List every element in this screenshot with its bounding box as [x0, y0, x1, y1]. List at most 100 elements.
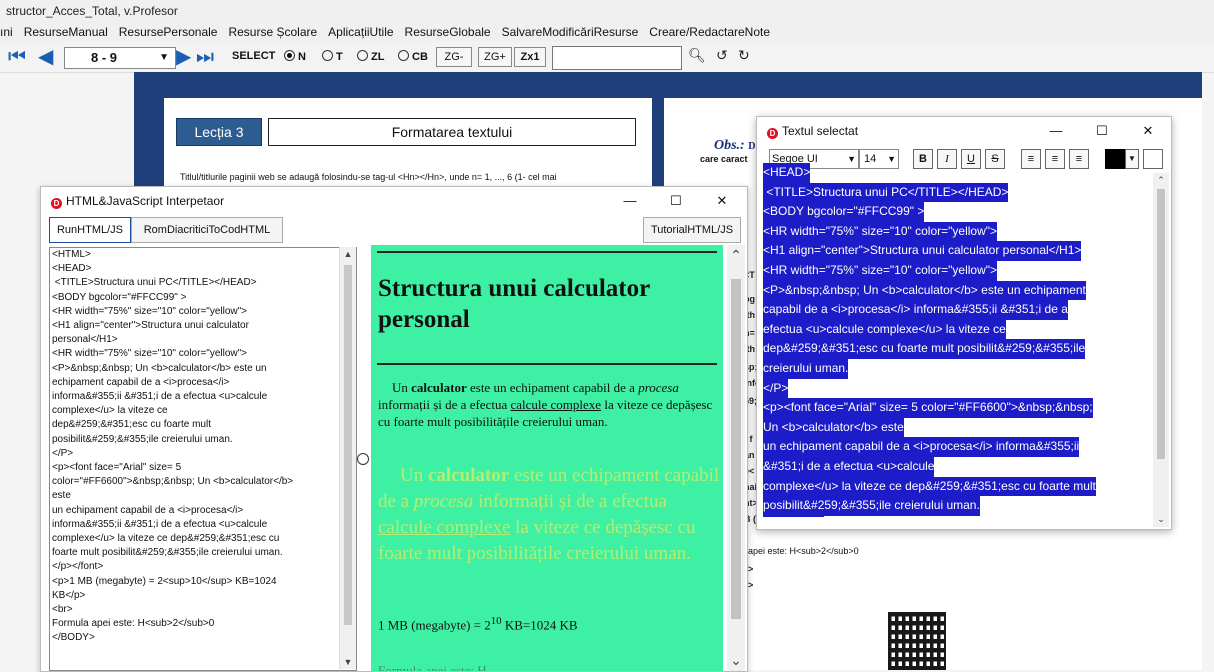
code-line: <HEAD> — [52, 263, 92, 275]
selected-line: complexe</u> la viteze ce dep&#259;&#351… — [763, 476, 1096, 497]
selected-line-row: posibilit&#259;&#355;ile creierului uman… — [763, 496, 1149, 516]
radio-t-label: T — [336, 51, 343, 63]
radio-zl[interactable]: ZL — [357, 50, 384, 63]
selected-line-row: </p></font> — [763, 515, 1149, 517]
menu-item[interactable]: ResurseGlobale — [405, 25, 491, 39]
scroll-down-icon[interactable]: ▼ — [340, 657, 356, 667]
menu-item[interactable]: ıni — [0, 25, 13, 39]
close-button[interactable]: ✕ — [1125, 117, 1171, 145]
preview-text: Un — [392, 380, 412, 395]
code-line: color="#FF6600">&nbsp;&nbsp; Un <b>calcu… — [52, 476, 294, 488]
preview-underline: calcule complexe — [510, 397, 602, 412]
code-line: </BODY> — [52, 632, 95, 644]
selected-line-row: complexe</u> la viteze ce dep&#259;&#351… — [763, 476, 1149, 497]
radio-cb[interactable]: CB — [398, 50, 428, 63]
code-line: <br> — [52, 604, 73, 616]
radio-n[interactable]: N — [284, 50, 306, 63]
scroll-up-icon[interactable]: ⌃ — [727, 247, 745, 264]
selected-line-row: <HR width="75%" size="10" color="yellow"… — [763, 260, 1149, 281]
prev-page-icon[interactable]: ◀ — [38, 46, 53, 68]
minimize-button[interactable]: — — [607, 187, 653, 215]
scroll-thumb[interactable] — [731, 279, 741, 619]
rotate-right-icon[interactable]: ↻ — [738, 47, 750, 64]
menu-item[interactable]: ResursePersonale — [119, 25, 218, 39]
menu-item[interactable]: AplicațiiUtile — [328, 25, 393, 39]
zoom-x1-button[interactable]: Zx1 — [514, 47, 546, 67]
preview-italic: procesa — [413, 491, 474, 512]
page-select[interactable]: 8 - 9 ▼ — [64, 47, 176, 69]
selected-line: <HR width="75%" size="10" color="yellow"… — [763, 260, 998, 281]
preview-bold: calculator — [411, 380, 467, 395]
scroll-up-icon[interactable]: ⌃ — [1153, 175, 1169, 186]
tab-diacritice[interactable]: RomDiacriticiToCodHTML — [131, 217, 283, 243]
lesson-label: Lecția 3 — [176, 118, 262, 146]
window-titlebar: D Textul selectat — ☐ ✕ — [757, 117, 1171, 145]
selected-line: <p><font face="Arial" size= 5 color="#FF… — [763, 398, 1093, 418]
preview-text: 1 MB (megabyte) = 2 — [378, 617, 491, 633]
next-page-icon[interactable]: ▶ — [176, 46, 191, 68]
html-preview: Structura unui calculator personal Un ca… — [371, 245, 723, 671]
maximize-button[interactable]: ☐ — [1079, 117, 1125, 145]
tab-run[interactable]: RunHTML/JS — [49, 217, 131, 243]
scroll-down-icon[interactable]: ⌄ — [1153, 514, 1169, 525]
selected-text-scrollbar[interactable]: ⌃ ⌄ — [1153, 173, 1169, 527]
menu-item[interactable]: SalvareModificăriResurse — [502, 25, 639, 39]
close-button[interactable]: ✕ — [699, 187, 745, 215]
splitter-handle[interactable] — [357, 453, 369, 465]
app-icon: D — [51, 198, 62, 209]
code-line: informa&#355;ii &#351;i de a efectua <u>… — [52, 391, 268, 403]
selected-line-row: <p><font face="Arial" size= 5 color="#FF… — [763, 398, 1149, 418]
selected-line-row: <BODY bgcolor="#FFCC99" > — [763, 202, 1149, 222]
code-scrollbar[interactable]: ▲ ▼ — [339, 247, 356, 669]
maximize-button[interactable]: ☐ — [653, 187, 699, 215]
selected-line: </p></font> — [763, 515, 825, 517]
last-page-icon[interactable]: ⏭ — [196, 46, 214, 68]
horizontal-rule — [377, 251, 717, 253]
selected-text-area[interactable]: <HEAD> <TITLE>Structura unui PC</TITLE><… — [763, 163, 1149, 517]
menu-bar: ıni ResurseManual ResursePersonale Resurse … — [0, 22, 1214, 42]
window-title: HTML&JavaScript Interpetaor — [66, 194, 225, 208]
scroll-thumb[interactable] — [1157, 189, 1165, 459]
code-line: un echipament capabil de a <i>procesa</i… — [52, 504, 244, 516]
zoom-out-button[interactable]: ZG- — [436, 47, 472, 67]
selected-line: <H1 align="center">Structura unui calcul… — [763, 241, 1082, 261]
menu-item[interactable]: Resurse Școlare — [228, 25, 317, 39]
scroll-up-icon[interactable]: ▲ — [340, 249, 356, 259]
radio-dot-icon — [357, 50, 368, 61]
app-title: structor_Acces_Total, v.Profesor — [0, 0, 1214, 22]
document-text-fragment: > — [748, 580, 754, 590]
selected-line: efectua <u>calcule complexe</u> la vitez… — [763, 319, 1006, 340]
zoom-in-button[interactable]: ZG+ — [478, 47, 512, 67]
selected-line-row: efectua <u>calcule complexe</u> la vitez… — [763, 319, 1149, 340]
preview-heading: Structura unui calculator personal — [378, 275, 650, 333]
first-page-icon[interactable]: ⏮ — [8, 46, 26, 68]
document-text-formula: apei este: H<sub>2</sub>0 — [748, 546, 859, 556]
selected-line: dep&#259;&#351;esc cu foarte mult posibi… — [763, 339, 1086, 359]
preview-scrollbar[interactable]: ⌃ ⌄ — [727, 245, 745, 671]
selected-line: capabil de a <i>procesa</i> informa&#355… — [763, 300, 1068, 320]
minimize-button[interactable]: — — [1033, 117, 1079, 145]
code-line: complexe</u> la viteze ce dep&#259;&#351… — [52, 533, 280, 545]
radio-t[interactable]: T — [322, 50, 343, 63]
code-line: foarte mult posibilit&#259;&#355;ile cre… — [52, 547, 283, 559]
preview-paragraph: Un calculator este un echipament capabil… — [378, 379, 722, 430]
search-input[interactable] — [552, 46, 682, 70]
search-icon[interactable]: 🔍︎ — [688, 47, 706, 64]
selected-line-row: <HEAD> — [763, 163, 1149, 183]
code-line: </p></font> — [52, 561, 104, 573]
scroll-down-icon[interactable]: ⌄ — [727, 652, 745, 669]
menu-item[interactable]: ResurseManual — [24, 25, 108, 39]
radio-zl-label: ZL — [371, 51, 385, 63]
selected-line: <TITLE>Structura unui PC</TITLE></HEAD> — [763, 182, 1009, 203]
tab-tutorial[interactable]: TutorialHTML/JS — [643, 217, 741, 243]
selected-line-row: <HR width="75%" size="10" color="yellow"… — [763, 221, 1149, 242]
page-select-value: 8 - 9 — [91, 50, 118, 65]
selected-line: un echipament capabil de a <i>procesa</i… — [763, 437, 1080, 457]
preview-italic: procesa — [638, 380, 679, 395]
selected-line-row: Un <b>calculator</b> este — [763, 417, 1149, 438]
code-editor[interactable]: <HTML> <HEAD> <TITLE>Structura unui PC</T… — [49, 247, 357, 671]
scroll-thumb[interactable] — [344, 265, 352, 625]
rotate-left-icon[interactable]: ↺ — [716, 47, 728, 64]
selected-line: <HEAD> — [763, 163, 811, 183]
menu-item[interactable]: Creare/RedactareNote — [649, 25, 770, 39]
